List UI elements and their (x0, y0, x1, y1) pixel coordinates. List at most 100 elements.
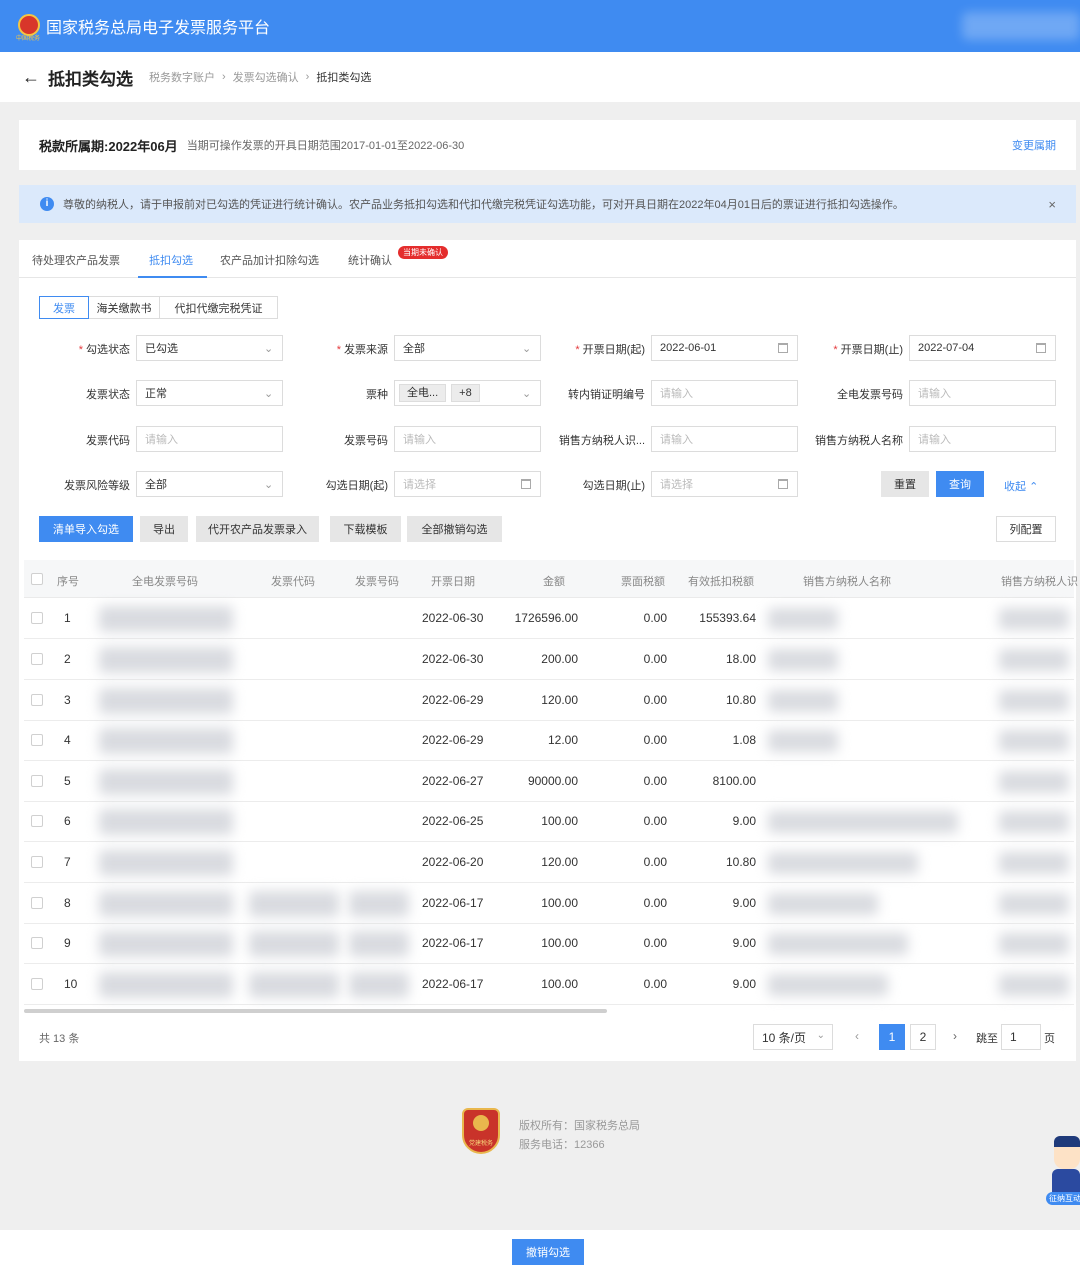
invoice-code-input[interactable]: 请输入 (136, 426, 283, 452)
cancel-select-button[interactable]: 撤销勾选 (512, 1239, 584, 1265)
tab-deduct-select[interactable]: 抵扣勾选 (149, 252, 193, 268)
change-period-link[interactable]: 变更属期 (1012, 137, 1056, 153)
row-checkbox[interactable] (31, 856, 43, 868)
cell-amount: 200.00 (541, 652, 578, 666)
cell-no: 9 (64, 936, 71, 950)
service-mascot[interactable]: 征纳互动 (1046, 1134, 1080, 1206)
ticket-type-chip[interactable]: 全电... (399, 384, 447, 402)
redacted-seller-id (999, 811, 1069, 833)
segment-withholding[interactable]: 代扣代缴完税凭证 (159, 296, 278, 319)
import-select-button[interactable]: 清单导入勾选 (39, 516, 133, 542)
breadcrumb-item[interactable]: 发票勾选确认 (233, 69, 299, 85)
prev-page-icon[interactable]: ‹ (855, 1029, 859, 1043)
transfer-no-input[interactable]: 请输入 (651, 380, 798, 406)
table-row[interactable]: 8 2022-06-17 100.00 0.00 9.00 (24, 883, 1074, 924)
page-button[interactable]: 2 (910, 1024, 936, 1050)
segment-invoice[interactable]: 发票 (39, 296, 89, 319)
cancel-all-select-button[interactable]: 全部撤销勾选 (407, 516, 502, 542)
segment-customs[interactable]: 海关缴款书 (88, 296, 160, 319)
user-info-blurred[interactable] (962, 12, 1080, 40)
row-checkbox[interactable] (31, 775, 43, 787)
table-row[interactable]: 5 2022-06-27 90000.00 0.00 8100.00 (24, 761, 1074, 802)
row-checkbox[interactable] (31, 734, 43, 746)
table-row[interactable]: 10 2022-06-17 100.00 0.00 9.00 (24, 964, 1074, 1005)
cell-tax: 0.00 (643, 977, 667, 991)
table-row[interactable]: 1 2022-06-30 1726596.00 0.00 155393.64 (24, 598, 1074, 639)
column-header: 序号 (57, 576, 79, 588)
cell-amount: 120.00 (541, 693, 578, 707)
download-template-button[interactable]: 下载模板 (330, 516, 401, 542)
redacted-seller-name (768, 893, 878, 915)
redacted-seller-name (768, 852, 918, 874)
page-size-select[interactable]: 10 条/页 ⌄ (753, 1024, 833, 1050)
redacted-einvoice-no (99, 688, 233, 714)
row-checkbox[interactable] (31, 612, 43, 624)
jump-page-input[interactable]: 1 (1001, 1024, 1041, 1050)
column-header: 发票代码 (271, 576, 315, 588)
invoice-status-dropdown[interactable]: 正常 ⌄ (136, 380, 283, 406)
cell-tax: 0.00 (643, 774, 667, 788)
row-checkbox[interactable] (31, 694, 43, 706)
query-button[interactable]: 查询 (936, 471, 984, 497)
breadcrumb-item[interactable]: 税务数字账户 (149, 69, 215, 85)
tab-pending-agri[interactable]: 待处理农产品发票 (32, 252, 120, 268)
export-button[interactable]: 导出 (140, 516, 188, 542)
voucher-type-segment: 发票 海关缴款书 代扣代缴完税凭证 (39, 296, 278, 319)
date-end-picker[interactable]: 2022-07-04 (909, 335, 1056, 361)
date-start-picker[interactable]: 2022-06-01 (651, 335, 798, 361)
tab-agri-extra-deduct[interactable]: 农产品加计扣除勾选 (220, 252, 319, 268)
table-row[interactable]: 6 2022-06-25 100.00 0.00 9.00 (24, 801, 1074, 842)
table-row[interactable]: 2 2022-06-30 200.00 0.00 18.00 (24, 639, 1074, 680)
cell-deduct: 9.00 (732, 896, 756, 910)
cell-tax: 0.00 (643, 611, 667, 625)
einvoice-no-input[interactable]: 请输入 (909, 380, 1056, 406)
row-checkbox[interactable] (31, 937, 43, 949)
cell-no: 3 (64, 693, 71, 707)
tab-bar: 待处理农产品发票 抵扣勾选 农产品加计扣除勾选 统计确认 当期未确认 (19, 240, 1076, 278)
tab-stat-confirm[interactable]: 统计确认 (348, 252, 392, 268)
agri-invoice-entry-button[interactable]: 代开农产品发票录入 (196, 516, 319, 542)
tax-period-card: 税款所属期: 2022年06月 当期可操作发票的开具日期范围2017-01-01… (19, 120, 1076, 170)
reset-button[interactable]: 重置 (881, 471, 929, 497)
ticket-type-multiselect[interactable]: 全电... +8 ⌄ (394, 380, 541, 406)
ticket-type-more-chip[interactable]: +8 (451, 384, 480, 402)
page-button[interactable]: 1 (879, 1024, 905, 1050)
select-status-dropdown[interactable]: 已勾选 ⌄ (136, 335, 283, 361)
tax-period-value: 2022年06月 (108, 138, 178, 154)
invoice-source-dropdown[interactable]: 全部 ⌄ (394, 335, 541, 361)
table-row[interactable]: 4 2022-06-29 12.00 0.00 1.08 (24, 720, 1074, 761)
table-row[interactable]: 3 2022-06-29 120.00 0.00 10.80 (24, 680, 1074, 721)
collapse-toggle[interactable]: 收起 ⌃ (1004, 478, 1038, 494)
service-chat-label[interactable]: 征纳互动 (1046, 1192, 1080, 1205)
cell-deduct: 10.80 (725, 855, 756, 869)
cell-deduct: 155393.64 (699, 611, 756, 625)
row-checkbox[interactable] (31, 653, 43, 665)
redacted-seller-id (999, 933, 1069, 955)
filter-label-select-date-start: 勾选日期(起) (325, 480, 388, 492)
seller-id-input[interactable]: 请输入 (651, 426, 798, 452)
column-header: 金额 (543, 576, 565, 588)
row-checkbox[interactable] (31, 897, 43, 909)
select-date-start-picker[interactable]: 请选择 (394, 471, 541, 497)
cell-amount: 100.00 (541, 936, 578, 950)
active-tab-indicator (138, 276, 207, 278)
close-icon[interactable]: × (1048, 197, 1056, 212)
filter-label-invoice-status: 发票状态 (86, 389, 130, 401)
horizontal-scrollbar[interactable] (24, 1009, 607, 1013)
table-row[interactable]: 9 2022-06-17 100.00 0.00 9.00 (24, 923, 1074, 964)
select-all-checkbox[interactable] (31, 573, 43, 585)
invoice-no-input[interactable]: 请输入 (394, 426, 541, 452)
risk-level-dropdown[interactable]: 全部 ⌄ (136, 471, 283, 497)
column-config-button[interactable]: 列配置 (996, 516, 1056, 542)
next-page-icon[interactable]: › (953, 1029, 957, 1043)
chevron-down-icon: ⌄ (522, 343, 532, 355)
filter-label-invoice-code: 发票代码 (86, 435, 130, 447)
select-date-end-picker[interactable]: 请选择 (651, 471, 798, 497)
notice-text: 尊敬的纳税人，请于申报前对已勾选的凭证进行统计确认。农产品业务抵扣勾选和代扣代缴… (63, 199, 904, 211)
table-row[interactable]: 7 2022-06-20 120.00 0.00 10.80 (24, 842, 1074, 883)
seller-name-input[interactable]: 请输入 (909, 426, 1056, 452)
cell-amount: 1726596.00 (514, 611, 578, 625)
row-checkbox[interactable] (31, 815, 43, 827)
back-arrow-icon[interactable]: ← (22, 67, 42, 88)
row-checkbox[interactable] (31, 978, 43, 990)
